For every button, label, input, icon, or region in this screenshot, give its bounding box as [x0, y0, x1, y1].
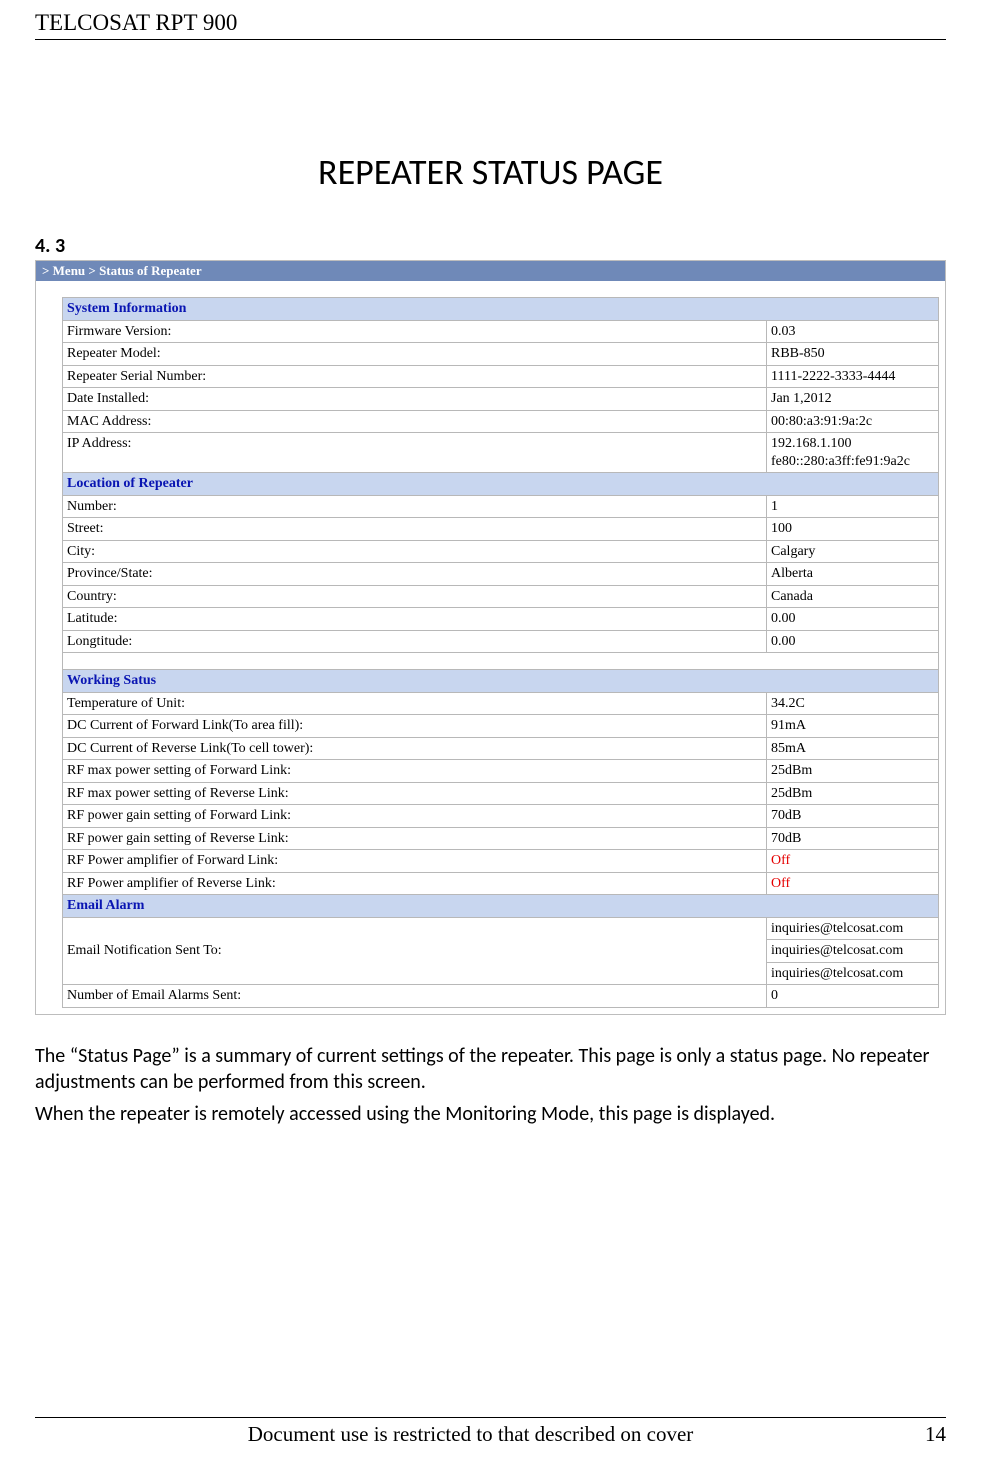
row-label: MAC Address: [63, 410, 767, 433]
spacer-row [63, 653, 939, 670]
row-value: 0.03 [767, 320, 939, 343]
table-row: RF power gain setting of Reverse Link: 7… [63, 827, 939, 850]
section-title: System Information [63, 298, 939, 321]
row-value: 25dBm [767, 782, 939, 805]
row-value: 0.00 [767, 630, 939, 653]
section-title: Email Alarm [63, 895, 939, 918]
table-row: Number of Email Alarms Sent: 0 [63, 985, 939, 1008]
row-value: 1 [767, 495, 939, 518]
row-value: 70dB [767, 827, 939, 850]
row-value: 25dBm [767, 760, 939, 783]
row-value: 91mA [767, 715, 939, 738]
table-row: Province/State: Alberta [63, 563, 939, 586]
row-label: RF max power setting of Reverse Link: [63, 782, 767, 805]
document-header: TELCOSAT RPT 900 [35, 10, 946, 40]
row-label: RF Power amplifier of Forward Link: [63, 850, 767, 873]
document-page: TELCOSAT RPT 900 REPEATER STATUS PAGE 4.… [0, 0, 981, 1467]
row-label: DC Current of Forward Link(To area fill)… [63, 715, 767, 738]
breadcrumb: > Menu > Status of Repeater [36, 261, 945, 281]
row-value: Calgary [767, 540, 939, 563]
row-value: Off [767, 872, 939, 895]
embedded-screenshot: > Menu > Status of Repeater System Infor… [35, 260, 946, 1015]
row-value: 70dB [767, 805, 939, 828]
row-value: inquiries@telcosat.com [767, 940, 939, 963]
page-title: REPEATER STATUS PAGE [35, 150, 946, 194]
row-label: RF power gain setting of Forward Link: [63, 805, 767, 828]
row-label: RF Power amplifier of Reverse Link: [63, 872, 767, 895]
row-value: 0.00 [767, 608, 939, 631]
table-row: Date Installed: Jan 1,2012 [63, 388, 939, 411]
row-label: Province/State: [63, 563, 767, 586]
row-label: RF power gain setting of Reverse Link: [63, 827, 767, 850]
row-value: 100 [767, 518, 939, 541]
row-value: Canada [767, 585, 939, 608]
body-paragraph: When the repeater is remotely accessed u… [35, 1101, 946, 1127]
row-value: Off [767, 850, 939, 873]
section-header-location: Location of Repeater [63, 473, 939, 496]
section-header-email-alarm: Email Alarm [63, 895, 939, 918]
row-label: Street: [63, 518, 767, 541]
row-label: Number of Email Alarms Sent: [63, 985, 767, 1008]
footer-text: Document use is restricted to that descr… [35, 1422, 906, 1447]
row-value: inquiries@telcosat.com [767, 917, 939, 940]
row-value: inquiries@telcosat.com [767, 962, 939, 985]
row-label: DC Current of Reverse Link(To cell tower… [63, 737, 767, 760]
table-row: Country: Canada [63, 585, 939, 608]
table-row: IP Address: 192.168.1.100 fe80::280:a3ff… [63, 433, 939, 473]
row-value: Jan 1,2012 [767, 388, 939, 411]
table-row: Repeater Model: RBB-850 [63, 343, 939, 366]
table-row: DC Current of Reverse Link(To cell tower… [63, 737, 939, 760]
row-label: Firmware Version: [63, 320, 767, 343]
row-value: 0 [767, 985, 939, 1008]
row-label: Number: [63, 495, 767, 518]
section-title: Location of Repeater [63, 473, 939, 496]
row-value: 34.2C [767, 692, 939, 715]
row-value: Alberta [767, 563, 939, 586]
row-value: 00:80:a3:91:9a:2c [767, 410, 939, 433]
table-row: Email Notification Sent To: inquiries@te… [63, 917, 939, 940]
table-row: RF max power setting of Reverse Link: 25… [63, 782, 939, 805]
table-row: RF power gain setting of Forward Link: 7… [63, 805, 939, 828]
row-label: Email Notification Sent To: [63, 917, 767, 985]
row-label: IP Address: [63, 433, 767, 473]
row-label: Repeater Model: [63, 343, 767, 366]
table-row: RF Power amplifier of Forward Link: Off [63, 850, 939, 873]
row-label: Latitude: [63, 608, 767, 631]
row-label: Country: [63, 585, 767, 608]
table-row: RF max power setting of Forward Link: 25… [63, 760, 939, 783]
row-value: RBB-850 [767, 343, 939, 366]
row-label: Longtitude: [63, 630, 767, 653]
table-row: Number: 1 [63, 495, 939, 518]
row-label: City: [63, 540, 767, 563]
table-row: MAC Address: 00:80:a3:91:9a:2c [63, 410, 939, 433]
table-row: Longtitude: 0.00 [63, 630, 939, 653]
status-table-container: System Information Firmware Version: 0.0… [36, 281, 945, 1014]
table-row: Street: 100 [63, 518, 939, 541]
section-number: 4. 3 [35, 234, 946, 258]
page-number: 14 [906, 1422, 946, 1447]
row-value: 192.168.1.100 fe80::280:a3ff:fe91:9a2c [767, 433, 939, 473]
table-row: Latitude: 0.00 [63, 608, 939, 631]
row-label: Date Installed: [63, 388, 767, 411]
body-paragraph: The “Status Page” is a summary of curren… [35, 1043, 946, 1095]
table-row: City: Calgary [63, 540, 939, 563]
row-label: Temperature of Unit: [63, 692, 767, 715]
table-row: DC Current of Forward Link(To area fill)… [63, 715, 939, 738]
table-row: RF Power amplifier of Reverse Link: Off [63, 872, 939, 895]
section-title: Working Satus [63, 670, 939, 693]
section-header-system-information: System Information [63, 298, 939, 321]
table-row: Firmware Version: 0.03 [63, 320, 939, 343]
row-value: 1111-2222-3333-4444 [767, 365, 939, 388]
row-value: 85mA [767, 737, 939, 760]
row-label: Repeater Serial Number: [63, 365, 767, 388]
table-row: Temperature of Unit: 34.2C [63, 692, 939, 715]
section-header-working-status: Working Satus [63, 670, 939, 693]
document-footer: Document use is restricted to that descr… [35, 1417, 946, 1447]
row-label: RF max power setting of Forward Link: [63, 760, 767, 783]
status-table: System Information Firmware Version: 0.0… [62, 297, 939, 1008]
table-row: Repeater Serial Number: 1111-2222-3333-4… [63, 365, 939, 388]
